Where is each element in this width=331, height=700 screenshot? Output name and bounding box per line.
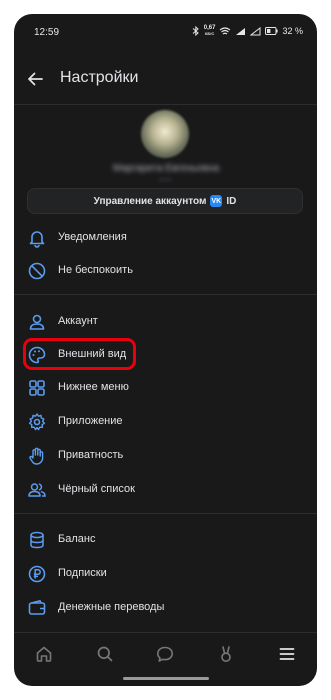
menu-item-label: Чёрный список (58, 483, 135, 495)
menu-item-money-transfers[interactable]: Денежные переводы (14, 592, 317, 624)
profile-subtitle: • • • (159, 177, 171, 184)
clips-icon[interactable] (216, 644, 236, 664)
menu-item-label: Баланс (58, 533, 96, 545)
signal-icon (236, 27, 246, 35)
menu-item-label: Не беспокоить (58, 264, 133, 276)
menu-item-bottom-menu[interactable]: Нижнее меню (14, 372, 317, 404)
menu-item-label: Приватность (58, 449, 124, 461)
bluetooth-icon (192, 26, 199, 36)
menu-icon[interactable] (277, 644, 297, 664)
menu-item-subscriptions[interactable]: Подписки (14, 558, 317, 590)
network-speed-unit: КБ/С (204, 31, 215, 36)
messages-icon[interactable] (155, 644, 175, 664)
status-time: 12:59 (34, 27, 60, 38)
manage-account-button[interactable]: Управление аккаунтом VK ID (27, 188, 303, 214)
wallet-icon (28, 599, 46, 615)
battery-icon (265, 27, 279, 35)
grid-icon (29, 380, 45, 396)
home-icon[interactable] (34, 644, 54, 664)
signal-icon-2 (250, 26, 261, 35)
network-speed: 0,67 КБ/С (204, 25, 216, 37)
bell-icon (29, 231, 45, 248)
ruble-icon (28, 565, 46, 583)
id-label: ID (226, 195, 237, 207)
wifi-icon (220, 26, 231, 34)
coins-icon (30, 531, 44, 549)
menu-item-label: Приложение (58, 415, 123, 427)
menu-item-label: Аккаунт (58, 315, 98, 327)
page-title: Настройки (60, 69, 139, 86)
menu-item-do-not-disturb[interactable]: Не беспокоить (14, 255, 317, 287)
users-icon (28, 483, 46, 497)
avatar[interactable] (141, 110, 189, 158)
section-divider (14, 513, 317, 514)
menu-item-label: Нижнее меню (58, 381, 129, 393)
gear-icon (28, 413, 46, 431)
menu-item-notifications[interactable]: Уведомления (14, 222, 317, 254)
menu-item-balance[interactable]: Баланс (14, 524, 317, 556)
menu-item-privacy[interactable]: Приватность (14, 440, 317, 472)
header: Настройки (14, 54, 317, 104)
menu-item-label: Внешний вид (58, 348, 127, 360)
home-indicator[interactable] (123, 677, 209, 680)
menu-item-blacklist[interactable]: Чёрный список (14, 474, 317, 506)
menu-item-label: Подписки (58, 567, 107, 579)
status-bar: 12:59 0,67 КБ/С 32 % (14, 14, 317, 54)
battery-percent: 32 % (282, 26, 303, 36)
menu-item-account[interactable]: Аккаунт (14, 306, 317, 338)
tab-bar (14, 632, 317, 670)
search-icon[interactable] (95, 644, 115, 664)
menu-item-label: Денежные переводы (58, 601, 165, 613)
menu-item-appearance[interactable]: Внешний вид (14, 339, 317, 371)
user-icon (29, 314, 45, 330)
section-divider (14, 294, 317, 295)
menu-item-label: Уведомления (58, 231, 127, 243)
do-not-disturb-icon (28, 262, 46, 280)
menu-item-application[interactable]: Приложение (14, 406, 317, 438)
phone-screen: 12:59 0,67 КБ/С 32 % Настройки Маргарита… (14, 14, 317, 686)
back-arrow-icon[interactable] (26, 70, 44, 88)
profile-name[interactable]: Маргарита Евгеньевна (98, 163, 234, 175)
status-indicators: 0,67 КБ/С 32 % (192, 25, 303, 37)
palette-icon (28, 346, 46, 364)
header-divider (14, 104, 317, 105)
hand-icon (29, 447, 44, 465)
vk-logo-icon: VK (210, 195, 223, 207)
manage-account-label: Управление аккаунтом (93, 195, 207, 207)
